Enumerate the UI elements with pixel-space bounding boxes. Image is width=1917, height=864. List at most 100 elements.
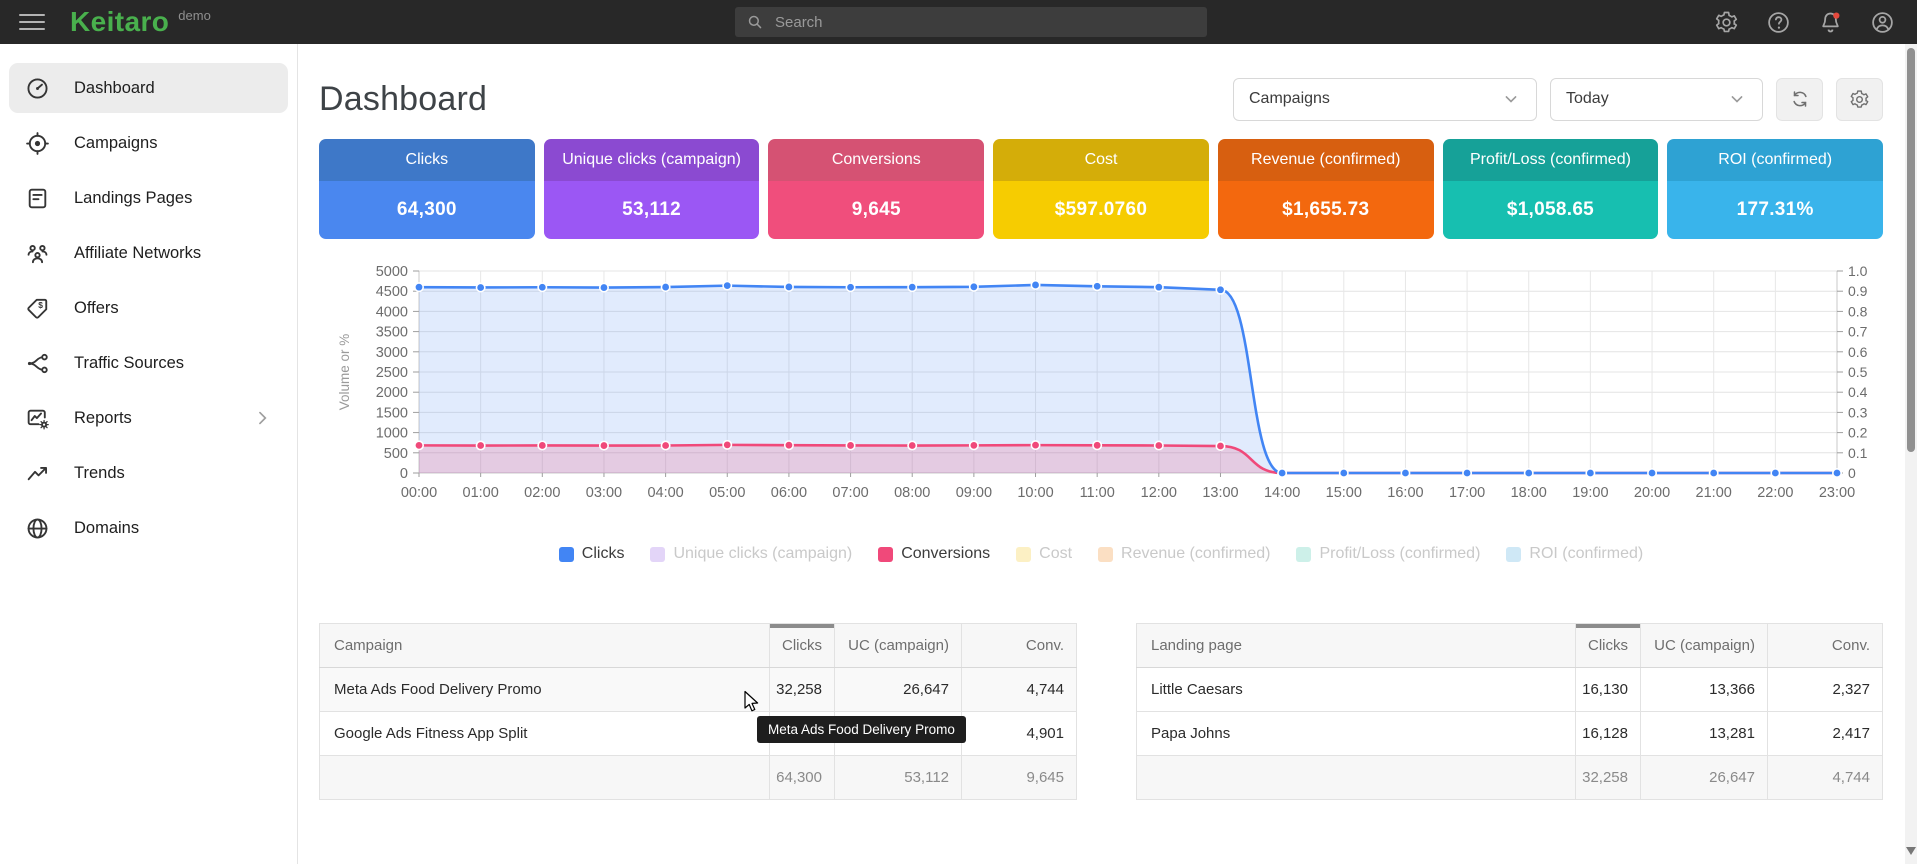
chart-point-conversions[interactable] — [538, 441, 546, 449]
row-name-cell[interactable]: Meta Ads Food Delivery Promo — [320, 668, 770, 712]
sidebar-item-campaigns[interactable]: Campaigns — [9, 118, 288, 168]
menu-icon[interactable] — [19, 9, 45, 34]
chart-point-clicks[interactable] — [1771, 469, 1779, 477]
sidebar-item-traffic-sources[interactable]: Traffic Sources — [9, 338, 288, 388]
chart-point-clicks[interactable] — [1340, 469, 1348, 477]
chart-point-conversions[interactable] — [970, 441, 978, 449]
chart-point-clicks[interactable] — [538, 283, 546, 291]
chart-point-clicks[interactable] — [1709, 469, 1717, 477]
legend-item-conversions[interactable]: Conversions — [878, 545, 990, 563]
table-row[interactable]: Meta Ads Food Delivery Promo32,25826,647… — [320, 668, 1077, 712]
dashboard-settings-button[interactable] — [1836, 78, 1883, 121]
legend-item-roi-confirmed[interactable]: ROI (confirmed) — [1506, 545, 1643, 563]
column-header-uc-campaign[interactable]: UC (campaign) — [835, 624, 962, 668]
chart-point-clicks[interactable] — [415, 283, 423, 291]
sidebar-item-reports[interactable]: Reports — [9, 393, 288, 443]
column-header-uc-campaign[interactable]: UC (campaign) — [1641, 624, 1768, 668]
chart-point-conversions[interactable] — [1093, 441, 1101, 449]
chart-point-clicks[interactable] — [1278, 469, 1286, 477]
chart-point-conversions[interactable] — [1216, 442, 1224, 450]
chart-point-clicks[interactable] — [970, 283, 978, 291]
chart-point-conversions[interactable] — [1031, 441, 1039, 449]
chart-point-clicks[interactable] — [1586, 469, 1594, 477]
svg-text:$: $ — [38, 299, 43, 309]
date-range-select[interactable]: Today — [1550, 78, 1763, 121]
column-header-landing-page[interactable]: Landing page — [1137, 624, 1576, 668]
entity-filter-select[interactable]: Campaigns — [1233, 78, 1537, 121]
help-icon[interactable] — [1766, 10, 1791, 35]
chart-point-clicks[interactable] — [1648, 469, 1656, 477]
svg-text:0.5: 0.5 — [1848, 364, 1868, 380]
metric-card-clicks[interactable]: Clicks64,300 — [319, 139, 535, 239]
legend-item-clicks[interactable]: Clicks — [559, 545, 625, 563]
dashboard-controls: Campaigns Today — [1233, 78, 1883, 121]
scrollbar-thumb[interactable] — [1907, 48, 1915, 452]
chart-point-conversions[interactable] — [785, 441, 793, 449]
column-header-clicks[interactable]: Clicks — [1576, 624, 1641, 668]
table-row[interactable]: Papa Johns16,12813,2812,417 — [1137, 712, 1883, 756]
chart-point-clicks[interactable] — [785, 283, 793, 291]
chart-point-clicks[interactable] — [908, 283, 916, 291]
sidebar-item-domains[interactable]: Domains — [9, 503, 288, 553]
metric-card-value: $1,058.65 — [1443, 181, 1659, 239]
chart-point-conversions[interactable] — [723, 441, 731, 449]
legend-item-cost[interactable]: Cost — [1016, 545, 1072, 563]
legend-item-revenue-confirmed[interactable]: Revenue (confirmed) — [1098, 545, 1270, 563]
column-header-conv[interactable]: Conv. — [962, 624, 1077, 668]
metric-card-profit-loss-confirmed[interactable]: Profit/Loss (confirmed)$1,058.65 — [1443, 139, 1659, 239]
search-input[interactable] — [773, 13, 1196, 32]
sidebar-item-label: Domains — [74, 519, 139, 538]
row-name-cell[interactable]: Papa Johns — [1137, 712, 1576, 756]
metric-card-roi-confirmed[interactable]: ROI (confirmed)177.31% — [1667, 139, 1883, 239]
chart-point-conversions[interactable] — [600, 441, 608, 449]
chart-point-clicks[interactable] — [600, 283, 608, 291]
chart-point-conversions[interactable] — [846, 441, 854, 449]
chart-point-conversions[interactable] — [661, 441, 669, 449]
chart-point-conversions[interactable] — [1155, 441, 1163, 449]
refresh-button[interactable] — [1776, 78, 1823, 121]
chart-point-conversions[interactable] — [908, 441, 916, 449]
scrollbar[interactable] — [1905, 44, 1917, 864]
app-logo[interactable]: Keitaro — [70, 6, 169, 38]
metric-card-label: Clicks — [319, 139, 535, 181]
chart-point-clicks[interactable] — [661, 283, 669, 291]
column-header-campaign[interactable]: Campaign — [320, 624, 770, 668]
metric-card-unique-clicks-campaign[interactable]: Unique clicks (campaign)53,112 — [544, 139, 760, 239]
chart-point-clicks[interactable] — [846, 283, 854, 291]
chart-point-clicks[interactable] — [1833, 469, 1841, 477]
settings-icon[interactable] — [1714, 10, 1739, 35]
metric-card-cost[interactable]: Cost$597.0760 — [993, 139, 1209, 239]
account-icon[interactable] — [1870, 10, 1895, 35]
svg-text:17:00: 17:00 — [1449, 485, 1485, 501]
chart-point-conversions[interactable] — [476, 441, 484, 449]
legend-item-unique-clicks-campaign[interactable]: Unique clicks (campaign) — [650, 545, 852, 563]
sidebar-item-offers[interactable]: $Offers — [9, 283, 288, 333]
sidebar-item-trends[interactable]: Trends — [9, 448, 288, 498]
chart-point-clicks[interactable] — [1216, 286, 1224, 294]
chart-point-clicks[interactable] — [1093, 282, 1101, 290]
search-box[interactable] — [735, 7, 1207, 37]
chart-point-clicks[interactable] — [1155, 283, 1163, 291]
chart-point-clicks[interactable] — [476, 283, 484, 291]
metric-card-revenue-confirmed[interactable]: Revenue (confirmed)$1,655.73 — [1218, 139, 1434, 239]
chart-point-clicks[interactable] — [1525, 469, 1533, 477]
chart-point-clicks[interactable] — [1401, 469, 1409, 477]
notifications-icon[interactable] — [1818, 10, 1843, 35]
chart-point-conversions[interactable] — [415, 441, 423, 449]
chart-point-clicks[interactable] — [1463, 469, 1471, 477]
column-header-conv[interactable]: Conv. — [1768, 624, 1883, 668]
metric-card-conversions[interactable]: Conversions9,645 — [768, 139, 984, 239]
legend-item-profit-loss-confirmed[interactable]: Profit/Loss (confirmed) — [1296, 545, 1480, 563]
chart-point-clicks[interactable] — [1031, 281, 1039, 289]
scrollbar-down-arrow-icon[interactable] — [1906, 847, 1916, 860]
traffic-chart[interactable]: 0500100015002000250030003500400045005000… — [319, 263, 1883, 515]
table-row[interactable]: Little Caesars16,13013,3662,327 — [1137, 668, 1883, 712]
sidebar-item-landings-pages[interactable]: Landings Pages — [9, 173, 288, 223]
chart-point-clicks[interactable] — [723, 281, 731, 289]
column-header-clicks[interactable]: Clicks — [770, 624, 835, 668]
svg-text:06:00: 06:00 — [771, 485, 807, 501]
sidebar-item-affiliate-networks[interactable]: Affiliate Networks — [9, 228, 288, 278]
sidebar-item-dashboard[interactable]: Dashboard — [9, 63, 288, 113]
row-name-cell[interactable]: Google Ads Fitness App Split — [320, 712, 770, 756]
row-name-cell[interactable]: Little Caesars — [1137, 668, 1576, 712]
